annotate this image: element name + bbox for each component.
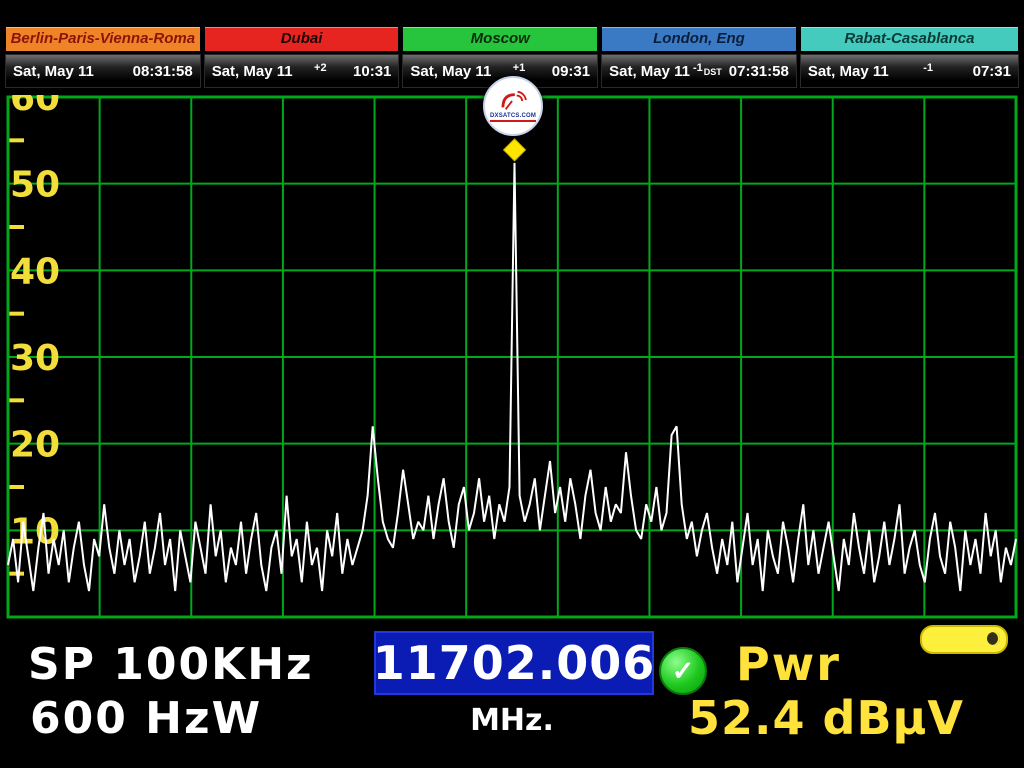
dxsatcs-logo: DXSATCS.COM [483, 76, 543, 136]
signal-lock-icon: ✓ [659, 647, 707, 695]
clock-time: 10:31 [353, 63, 391, 80]
spectrum-trace [8, 163, 1016, 591]
clock-city-label: Berlin-Paris-Vienna-Roma [5, 26, 201, 52]
clock-time-row: Sat, May 11 -1DST 07:31:58 [601, 54, 797, 88]
logo-text: DXSATCS.COM [490, 113, 536, 122]
frequency-display[interactable]: 11702.006 [374, 631, 654, 695]
y-tick-label: 30 [10, 338, 60, 379]
bandwidth-setting: 600 HzW [30, 693, 262, 744]
clock-date: Sat, May 11 [609, 63, 690, 80]
check-glyph: ✓ [672, 656, 695, 687]
spectrum-plot: 605040302010 [0, 95, 1024, 623]
utc-offset: -1 [923, 62, 933, 74]
clock-time: 07:31 [973, 63, 1011, 80]
status-bar: SP 100KHz 600 HzW 11702.006 MHz. ✓ Pwr 5… [0, 623, 1024, 768]
clock-offset-wrap: -1 [889, 63, 969, 80]
clock-time: 08:31:58 [133, 63, 193, 80]
clock-date: Sat, May 11 [808, 63, 889, 80]
clock-time: 07:31:58 [729, 63, 789, 80]
power-value: 52.4 dBµV [688, 691, 964, 745]
y-tick-label: 20 [10, 425, 60, 466]
clock-city-label: Rabat-Casablanca [800, 26, 1019, 52]
y-tick-label: 60 [10, 95, 60, 119]
clock-offset-wrap: -1DST [690, 63, 725, 80]
audio-indicator-pill[interactable] [920, 625, 1008, 654]
clock-zone-london: London, Eng Sat, May 11 -1DST 07:31:58 [601, 26, 797, 88]
y-tick-label: 50 [10, 165, 60, 206]
clock-zone-berlin: Berlin-Paris-Vienna-Roma Sat, May 11 08:… [5, 26, 201, 88]
clock-date: Sat, May 11 [212, 63, 293, 80]
clock-time-row: Sat, May 11 +2 10:31 [204, 54, 400, 88]
clock-city-label: Dubai [204, 26, 400, 52]
clock-time-row: Sat, May 11 08:31:58 [5, 54, 201, 88]
frequency-unit-label: MHz. [374, 703, 650, 738]
clock-city-label: Moscow [402, 26, 598, 52]
y-tick-label: 40 [10, 251, 60, 292]
clock-city-label: London, Eng [601, 26, 797, 52]
clock-time: 09:31 [552, 63, 590, 80]
utc-offset: +2 [314, 62, 327, 74]
satellite-dish-icon [498, 90, 528, 112]
utc-offset: -1 [693, 62, 703, 74]
clock-zone-dubai: Dubai Sat, May 11 +2 10:31 [204, 26, 400, 88]
speaker-icon [987, 632, 1000, 645]
clock-date: Sat, May 11 [13, 63, 94, 80]
clock-time-row: Sat, May 11 -1 07:31 [800, 54, 1019, 88]
clock-offset-wrap [94, 63, 129, 80]
clock-zone-rabat: Rabat-Casablanca Sat, May 11 -1 07:31 [800, 26, 1019, 88]
span-setting: SP 100KHz [28, 639, 314, 690]
peak-marker-icon [504, 139, 526, 161]
receiver-screen: Berlin-Paris-Vienna-Roma Sat, May 11 08:… [0, 0, 1024, 768]
dst-label: DST [704, 67, 722, 77]
spectrum-analyzer: 605040302010 [0, 95, 1024, 623]
power-label: Pwr [736, 637, 841, 691]
clock-date: Sat, May 11 [410, 63, 491, 80]
clock-offset-wrap: +2 [293, 63, 349, 80]
utc-offset: +1 [513, 62, 526, 74]
